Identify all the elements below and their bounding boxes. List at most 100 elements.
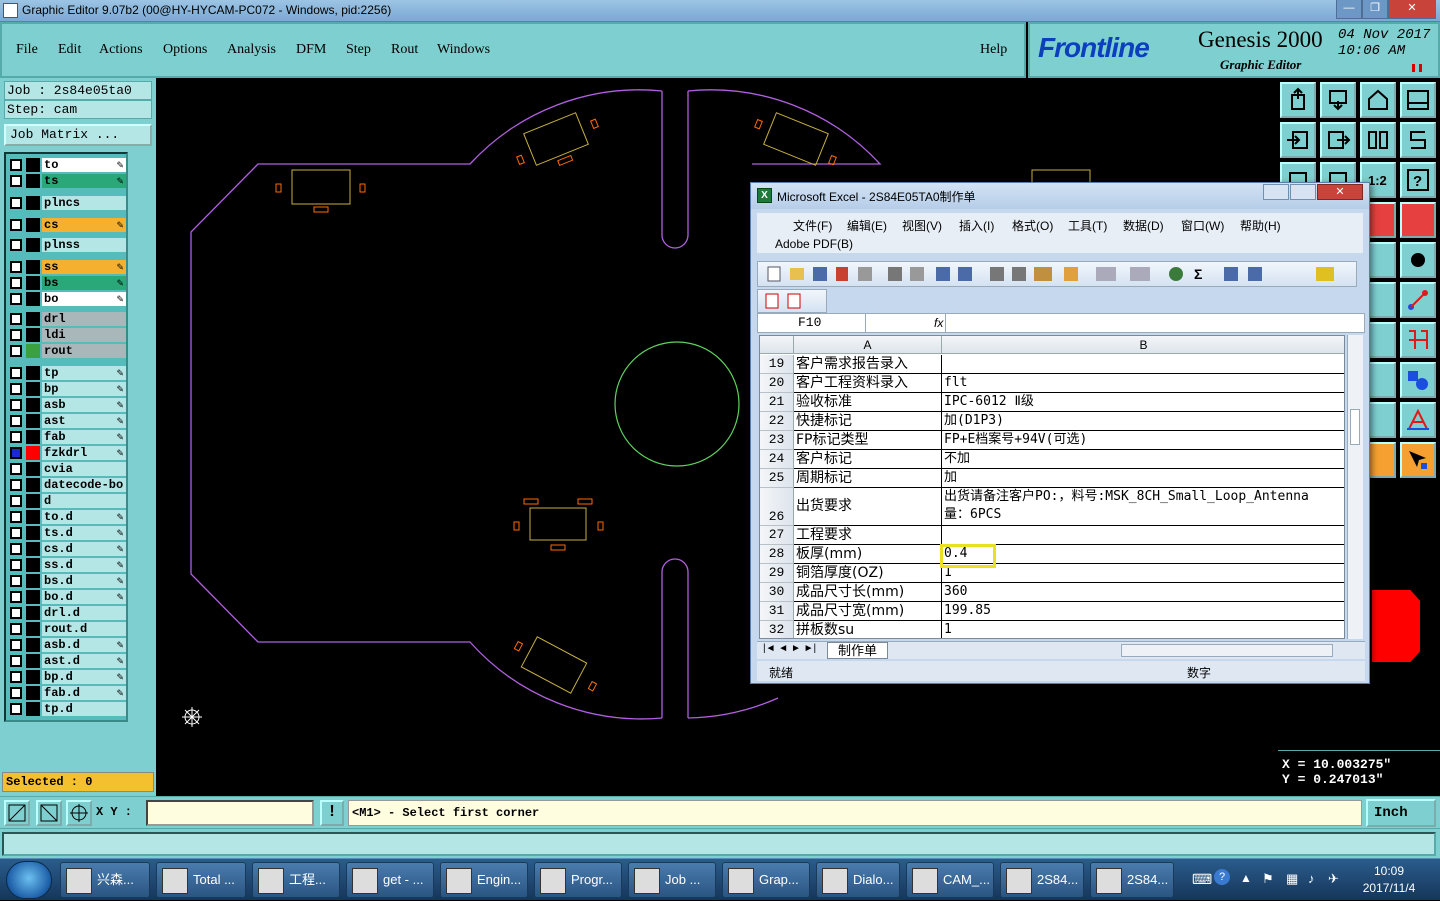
taskbar-item[interactable]: Progr... [534,862,622,898]
taskbar-item[interactable]: 工程... [252,862,340,898]
layer-checkbox[interactable] [10,431,22,443]
layer-name[interactable]: ts.d [42,526,126,540]
layer-color-swatch[interactable] [26,344,40,358]
layer-checkbox[interactable] [10,495,22,507]
layer-row[interactable]: bs.d ✎ [8,574,126,588]
excel-menu-data[interactable]: 数据(D) [1123,217,1164,234]
cell-a[interactable]: 验收标准 [794,393,942,412]
layer-row[interactable]: fab.d ✎ [8,686,126,700]
layer-color-swatch[interactable] [26,510,40,524]
layer-checkbox[interactable] [10,687,22,699]
reshape-icon[interactable] [1400,122,1436,158]
layer-name[interactable]: tp.d [42,702,126,716]
layer-row[interactable]: drl.d [8,606,126,620]
layer-row[interactable]: ast.d ✎ [8,654,126,668]
cell-a[interactable]: 板厚(mm) [794,545,942,564]
layer-checkbox[interactable] [10,197,22,209]
menu-help[interactable]: Help [980,42,1007,58]
layer-color-swatch[interactable] [26,382,40,396]
layer-name[interactable]: bp [42,382,126,396]
layer-name[interactable]: ss.d [42,558,126,572]
network-icon[interactable]: ▦ [1286,871,1298,887]
layer-color-swatch[interactable] [26,260,40,274]
layer-row[interactable]: bp ✎ [8,382,126,396]
layer-checkbox[interactable] [10,543,22,555]
excel-close-button[interactable]: ✕ [1317,184,1363,200]
cell-a[interactable]: FP标记类型 [794,431,942,450]
column-header-b[interactable]: B [942,336,1344,354]
cell-b[interactable]: 加 [942,469,1344,488]
layer-checkbox[interactable] [10,383,22,395]
layer-row[interactable]: bo.d ✎ [8,590,126,604]
excel-menu-window[interactable]: 窗口(W) [1181,217,1224,234]
taskbar-item[interactable]: get - ... [346,862,434,898]
layer-checkbox[interactable] [10,559,22,571]
flag-icon[interactable]: ⚑ [1262,871,1274,887]
grid-icon[interactable] [66,800,92,826]
layer-checkbox[interactable] [10,623,22,635]
close-button[interactable]: ✕ [1388,0,1436,19]
layer-name[interactable]: cvia [42,462,126,476]
step-icon[interactable] [1360,82,1396,118]
layer-row[interactable]: tp ✎ [8,366,126,380]
layer-row[interactable]: d [8,494,126,508]
layer-color-swatch[interactable] [26,158,40,172]
layer-checkbox[interactable] [10,511,22,523]
layer-name[interactable]: rout.d [42,622,126,636]
vertical-scrollbar[interactable] [1347,335,1363,639]
xy-input[interactable] [146,800,314,826]
layer-color-swatch[interactable] [26,670,40,684]
layer-color-swatch[interactable] [26,686,40,700]
cell-b[interactable]: flt [942,374,1344,393]
layer-color-swatch[interactable] [26,558,40,572]
layer-row[interactable]: asb.d ✎ [8,638,126,652]
layer-name[interactable]: bo.d [42,590,126,604]
excel-menu-help[interactable]: 帮助(H) [1240,217,1281,234]
row-header[interactable]: 21 [760,393,794,412]
taskbar-item[interactable]: 2S84... [1000,862,1084,898]
name-box[interactable]: F10 [758,314,866,332]
layer-name[interactable]: ts [42,174,126,188]
excel-menu-tools[interactable]: 工具(T) [1068,217,1107,234]
layer-name[interactable]: ast [42,414,126,428]
layer-name[interactable]: to [42,158,126,172]
layer-checkbox[interactable] [10,367,22,379]
layer-row[interactable]: ts ✎ [8,174,126,188]
menu-file[interactable]: File [16,42,38,58]
export-icon[interactable] [1320,122,1356,158]
layer-color-swatch[interactable] [26,606,40,620]
layer-name[interactable]: drl.d [42,606,126,620]
tray-expand-icon[interactable]: ▲ [1240,871,1252,885]
row-header[interactable]: 26 [760,488,794,526]
layer-row[interactable]: ss ✎ [8,260,126,274]
cell-b[interactable]: 加(D1P3) [942,412,1344,431]
row-header[interactable]: 28 [760,545,794,564]
cell-b[interactable]: 360 [942,583,1344,602]
spreadsheet-grid[interactable]: A B 19 客户需求报告录入 20 客户工程资料录入 flt 21 验收标准 IPC-601… [759,335,1345,639]
column-header-a[interactable]: A [794,336,942,354]
row-header[interactable]: 20 [760,374,794,393]
layer-color-swatch[interactable] [26,590,40,604]
home-icon[interactable] [1280,82,1316,118]
taskbar-item[interactable]: 兴森... [60,862,150,898]
layer-row[interactable]: tp.d [8,702,126,716]
taskbar-item[interactable]: Total ... [156,862,246,898]
layer-name[interactable]: datecode-bo [42,478,126,492]
layer-checkbox[interactable] [10,345,22,357]
taskbar-item[interactable]: Engin... [440,862,528,898]
cell-b[interactable]: 1 [942,564,1344,583]
row-header[interactable]: 32 [760,621,794,638]
taskbar-item[interactable]: CAM_... [906,862,994,898]
menu-rout[interactable]: Rout [391,42,418,58]
menu-analysis[interactable]: Analysis [227,42,276,58]
minimize-button[interactable]: — [1336,0,1362,19]
layer-name[interactable]: asb.d [42,638,126,652]
row-header[interactable]: 29 [760,564,794,583]
layer-row[interactable]: rout.d [8,622,126,636]
excel-menu-view[interactable]: 视图(V) [902,217,942,234]
layer-checkbox[interactable] [10,479,22,491]
excel-maximize-button[interactable] [1290,184,1316,200]
excel-menu-file[interactable]: 文件(F) [793,217,832,234]
layer-color-swatch[interactable] [26,702,40,716]
clock[interactable]: 10:09 2017/11/4 [1344,863,1434,897]
